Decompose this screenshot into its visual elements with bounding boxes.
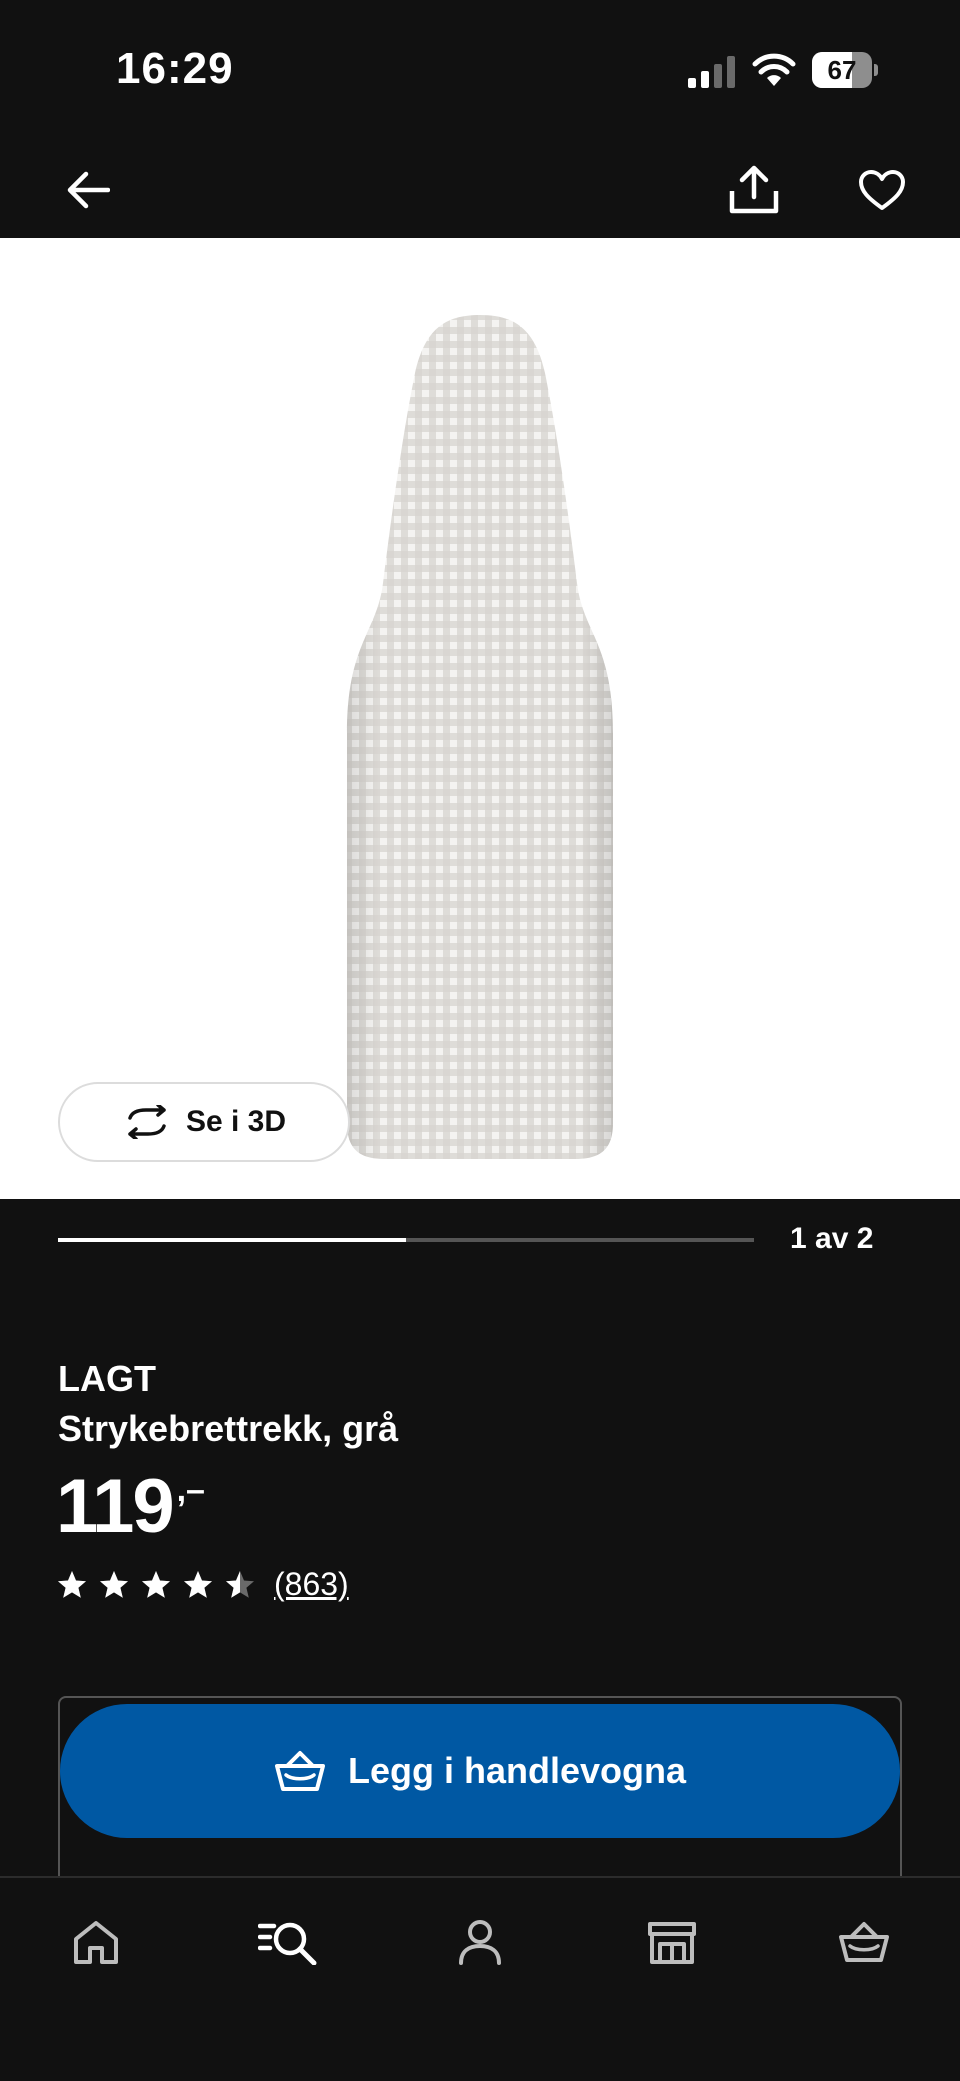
nav-search[interactable] [248,1902,328,1982]
product-description: Strykebrettrekk, grå [58,1408,399,1449]
back-button[interactable] [56,158,120,222]
shopping-basket-icon [274,1751,325,1791]
product-image-gallery[interactable]: Se i 3D [0,238,960,1199]
price-suffix: ,– [176,1471,205,1509]
status-bar: 16:29 67 [0,0,960,140]
wifi-icon [752,53,796,86]
star-icon [184,1570,212,1598]
price-value: 119 [56,1464,175,1549]
store-icon [648,1922,696,1964]
image-page-counter: 1 av 2 [790,1222,874,1255]
star-icon [226,1570,254,1598]
view-3d-button[interactable]: Se i 3D [58,1082,350,1162]
rotate-3d-icon [128,1105,166,1139]
battery-level: 67 [827,55,857,85]
bottom-navigation [0,1876,960,2081]
battery-icon: 67 [812,52,878,88]
home-icon [74,1921,118,1964]
star-icon [58,1570,86,1598]
review-count-link[interactable]: (863) [274,1566,349,1603]
share-button[interactable] [722,158,786,222]
product-price: 119 ,– [56,1462,205,1552]
shopping-basket-icon [839,1922,889,1962]
nav-profile[interactable] [440,1902,520,1982]
star-icon [142,1570,170,1598]
status-time: 16:29 [116,44,234,93]
add-to-cart-label: Legg i handlevogna [347,1750,687,1791]
favorite-button[interactable] [850,158,914,222]
rating-stars [56,1569,256,1601]
image-progress-bar [58,1238,754,1242]
nav-cart[interactable] [824,1902,904,1982]
product-name: LAGT [58,1358,156,1399]
profile-icon [459,1920,501,1965]
search-list-icon [258,1922,317,1965]
share-icon [729,165,779,214]
star-icon [100,1570,128,1598]
nav-home[interactable] [56,1902,136,1982]
image-progress-fill [58,1238,406,1242]
product-image [347,315,613,1159]
nav-stores[interactable] [632,1902,712,1982]
cellular-signal-icon [688,56,735,88]
view-3d-label: Se i 3D [185,1105,287,1138]
product-rating[interactable]: (863) [56,1566,349,1603]
arrow-left-icon [67,171,110,209]
add-to-cart-button[interactable]: Legg i handlevogna [60,1704,900,1838]
app-header [0,140,960,238]
heart-icon [859,170,905,210]
